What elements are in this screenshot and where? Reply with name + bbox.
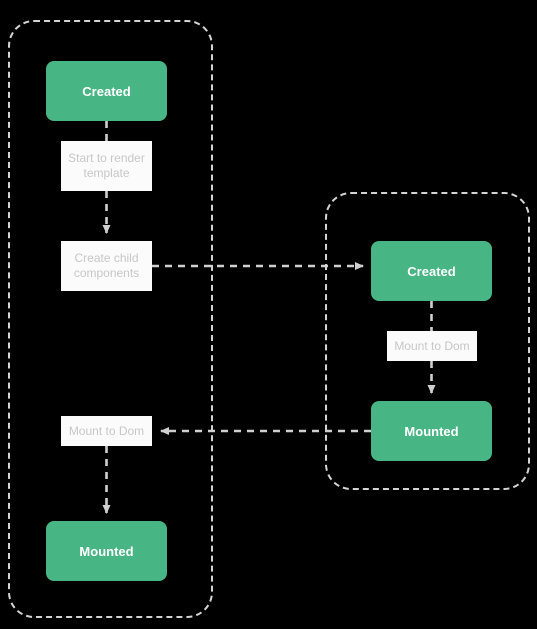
edge-label-start-to-render-template: Start to render template	[61, 141, 152, 191]
diagram-canvas: Created Mounted Created Mounted Start to…	[0, 0, 537, 629]
node-parent-mounted[interactable]: Mounted	[46, 521, 167, 581]
node-child-mounted[interactable]: Mounted	[371, 401, 492, 461]
node-child-mounted-label: Mounted	[404, 423, 459, 439]
node-child-created[interactable]: Created	[371, 241, 492, 301]
edge-label-parent-mount-to-dom: Mount to Dom	[61, 416, 152, 446]
edge-label-create-child-components: Create child components	[61, 241, 152, 291]
node-parent-created[interactable]: Created	[46, 61, 167, 121]
edge-label-child-mount-to-dom: Mount to Dom	[387, 331, 477, 361]
node-parent-created-label: Created	[82, 83, 131, 99]
node-parent-mounted-label: Mounted	[79, 543, 134, 559]
node-child-created-label: Created	[407, 263, 456, 279]
